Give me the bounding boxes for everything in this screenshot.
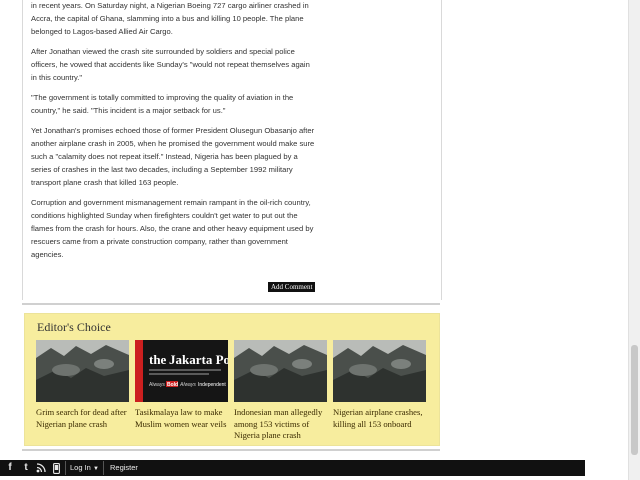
editors-choice-title: Editor's Choice xyxy=(37,320,111,334)
editors-choice-item: Indonesian man allegedly among 153 victi… xyxy=(234,340,327,442)
editors-choice-item: Nigerian airplane crashes, killing all 1… xyxy=(333,340,426,430)
chevron-down-icon: ▼ xyxy=(92,466,99,472)
divider xyxy=(22,303,440,305)
register-link[interactable]: Register xyxy=(110,463,138,473)
scrollbar-thumb[interactable] xyxy=(631,345,638,455)
divider xyxy=(103,461,104,475)
crash-photo-thumbnail[interactable] xyxy=(36,340,129,402)
svg-text:Jakarta Post: Jakarta Post xyxy=(169,352,228,367)
add-comment-button[interactable]: Add Comment xyxy=(268,282,316,292)
svg-text:Independent: Independent xyxy=(198,382,226,388)
article-paragraph: After Jonathan viewed the crash site sur… xyxy=(31,47,310,82)
login-label: Log In xyxy=(70,463,91,472)
svg-text:Always: Always xyxy=(149,382,165,388)
svg-text:Always: Always xyxy=(179,382,196,388)
svg-text:Bold: Bold xyxy=(167,382,178,388)
editors-choice-panel: Editor's Choice Grim search for dead aft… xyxy=(24,313,440,446)
article-paragraph: Corruption and government mismanagement … xyxy=(31,198,314,259)
article-paragraph: "The government is totally committed to … xyxy=(31,93,294,115)
editors-choice-link[interactable]: Indonesian man allegedly among 153 victi… xyxy=(234,407,327,442)
twitter-icon[interactable]: t xyxy=(20,462,32,474)
jakarta-post-logo-icon[interactable]: the Jakarta Post Always Bold Always Inde… xyxy=(135,340,228,402)
divider xyxy=(22,449,440,451)
svg-text:the: the xyxy=(149,352,167,367)
editors-choice-item: the Jakarta Post Always Bold Always Inde… xyxy=(135,340,228,430)
bottom-toolbar: f t Log In ▼ Register xyxy=(0,460,585,476)
facebook-icon[interactable]: f xyxy=(4,462,16,474)
rss-icon[interactable] xyxy=(35,462,47,474)
vertical-scrollbar[interactable] xyxy=(628,0,640,480)
article-paragraph: Yet Jonathan's promises echoed those of … xyxy=(31,126,315,187)
editors-choice-link[interactable]: Tasikmalaya law to make Muslim women wea… xyxy=(135,407,228,430)
article-body: in recent years. On Saturday night, a Ni… xyxy=(31,0,315,268)
login-link[interactable]: Log In ▼ xyxy=(70,463,99,474)
editors-choice-link[interactable]: Nigerian airplane crashes, killing all 1… xyxy=(333,407,426,430)
article-paragraph: in recent years. On Saturday night, a Ni… xyxy=(31,1,309,36)
editors-choice-link[interactable]: Grim search for dead after Nigerian plan… xyxy=(36,407,129,430)
crash-photo-thumbnail[interactable] xyxy=(234,340,327,402)
crash-photo-thumbnail[interactable] xyxy=(333,340,426,402)
article-container: in recent years. On Saturday night, a Ni… xyxy=(22,0,442,300)
mobile-icon[interactable] xyxy=(50,462,62,474)
editors-choice-item: Grim search for dead after Nigerian plan… xyxy=(36,340,129,430)
divider xyxy=(65,461,66,475)
